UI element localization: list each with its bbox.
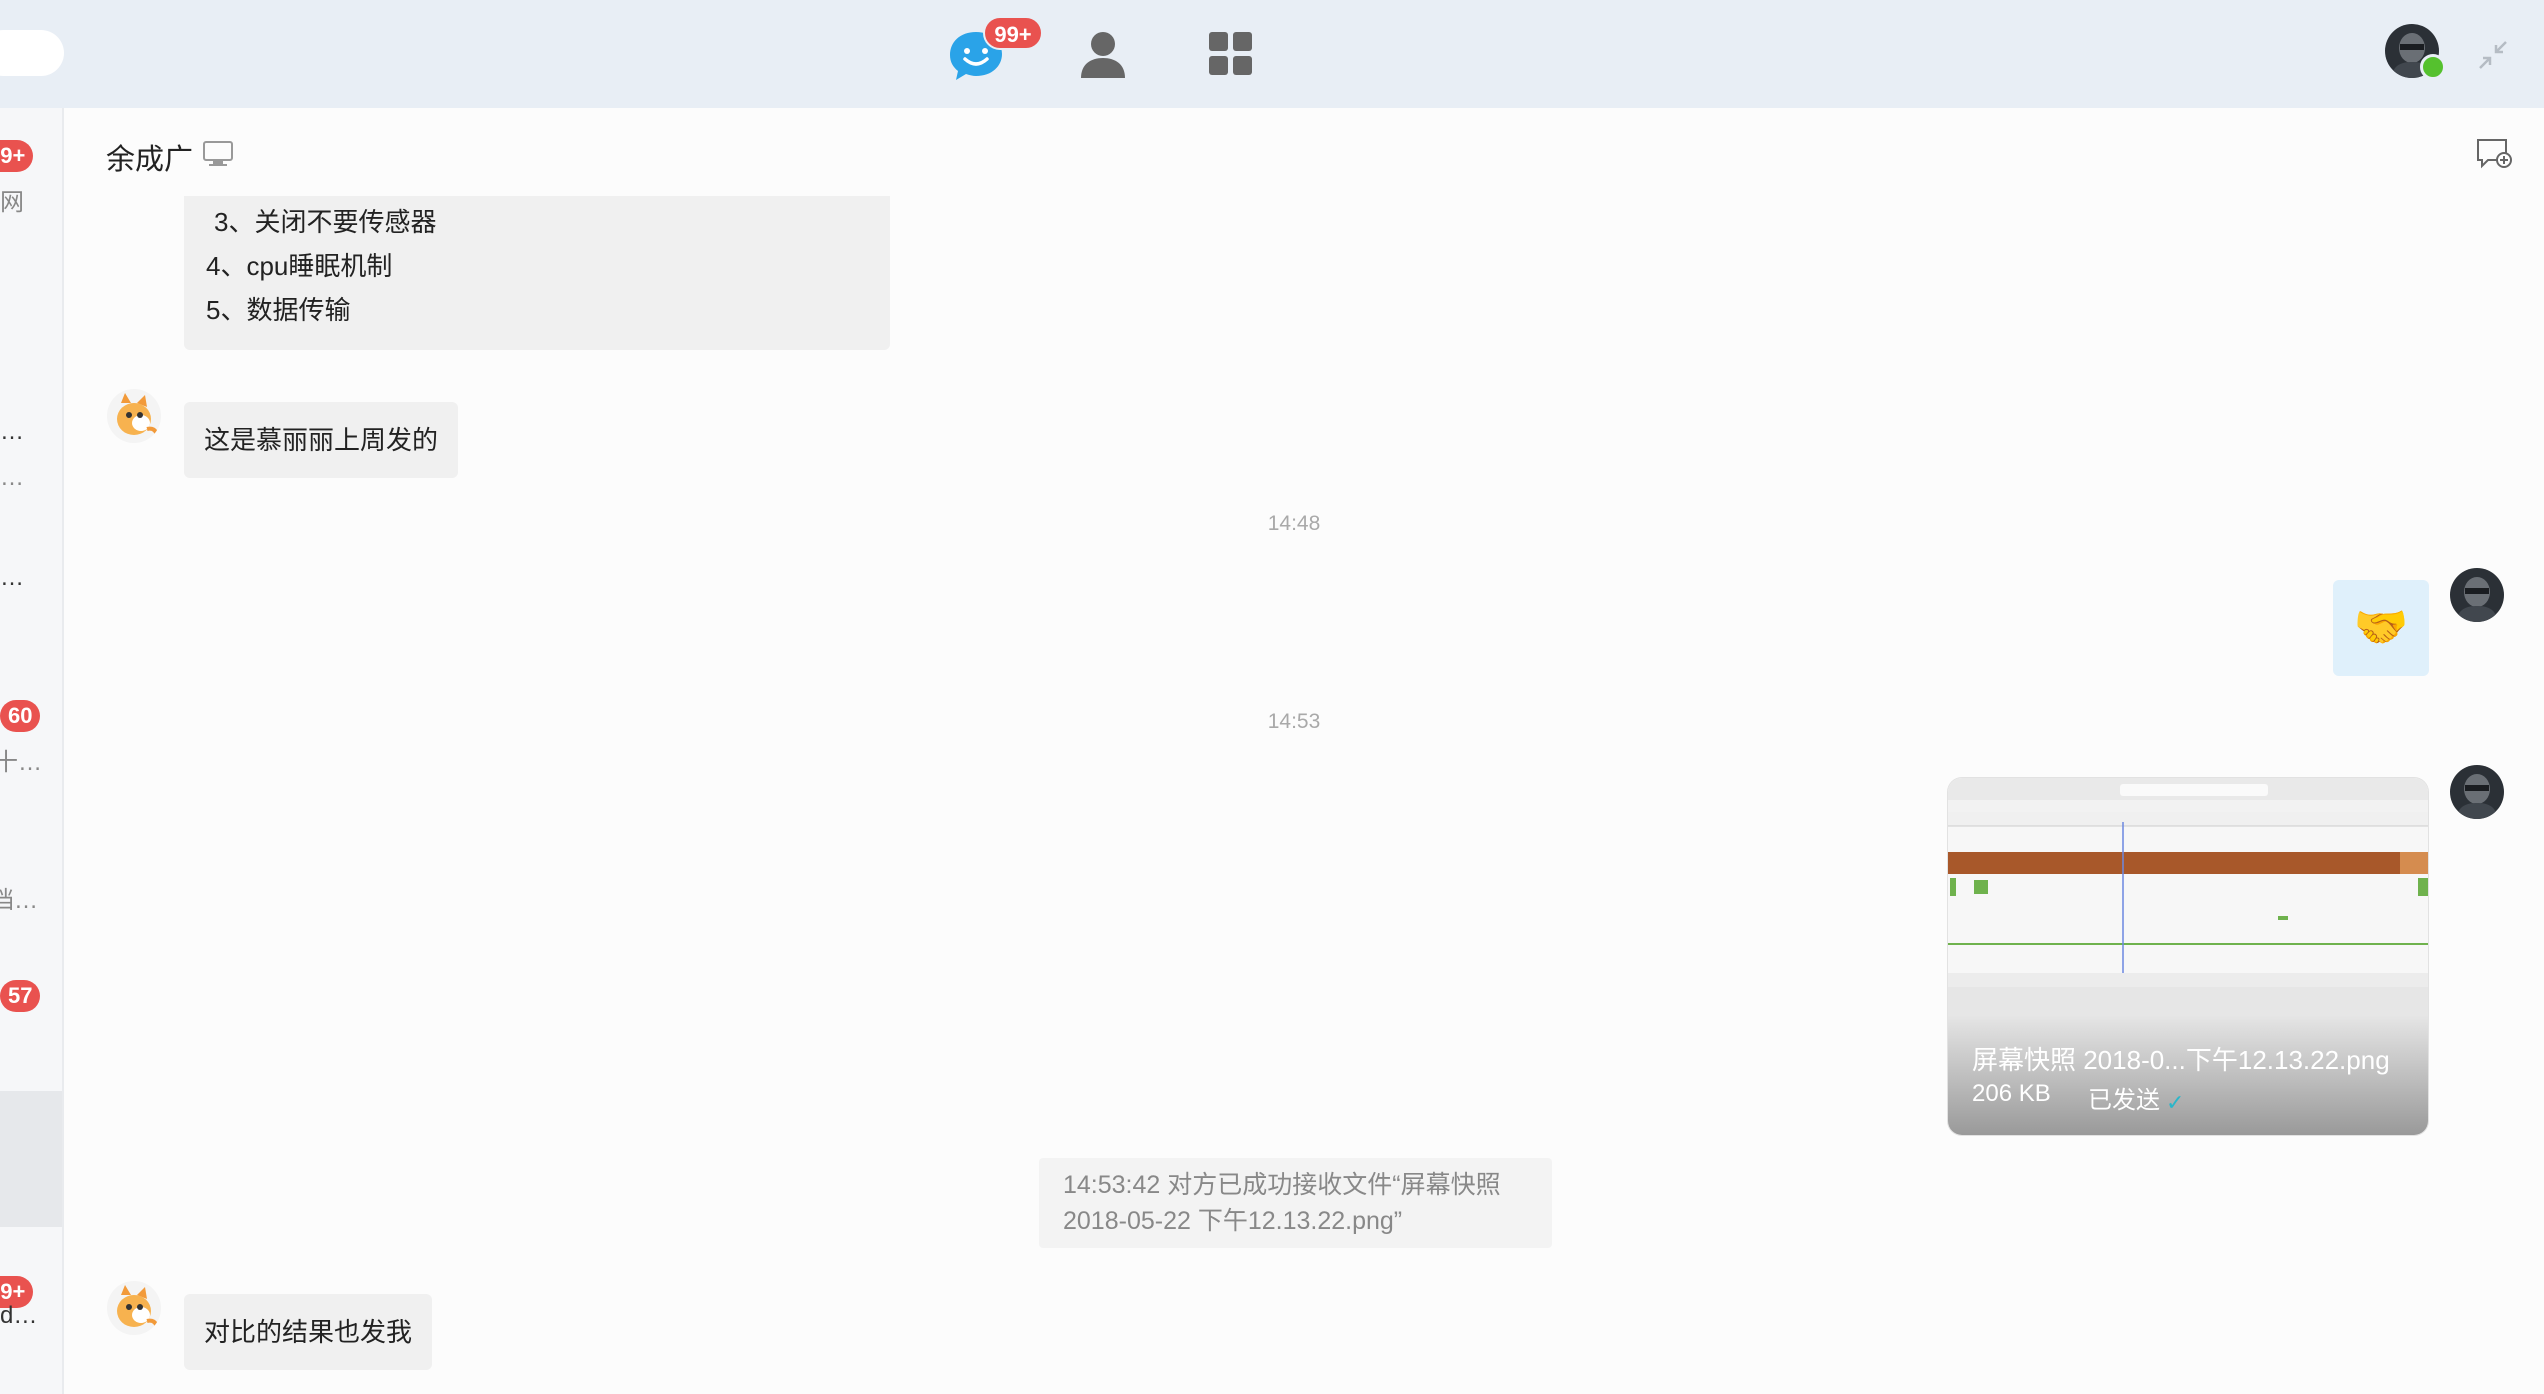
- unread-badge: 99+: [983, 16, 1043, 50]
- conversation-name: …: [0, 564, 24, 591]
- file-status: 已发送: [2088, 1087, 2160, 1114]
- conversation-snippet: d…: [0, 1302, 38, 1329]
- new-chat-window-icon[interactable]: [2476, 138, 2512, 170]
- my-avatar[interactable]: [2450, 568, 2504, 622]
- selected-conversation[interactable]: [0, 1091, 62, 1227]
- search-input[interactable]: [0, 30, 64, 76]
- timestamp: 14:48: [1267, 512, 1321, 535]
- message-line: 5、数据传输: [206, 295, 351, 325]
- my-avatar[interactable]: [2450, 765, 2504, 819]
- contact-avatar[interactable]: [107, 1281, 161, 1335]
- unread-badge: 99+: [0, 140, 34, 172]
- message-bubble[interactable]: 对比的结果也发我: [184, 1294, 433, 1370]
- online-status-dot: [2420, 54, 2446, 80]
- message-line: 4、cpu睡眠机制: [206, 251, 393, 281]
- check-icon: ✓: [2166, 1090, 2185, 1115]
- chat-title: 余成广: [106, 144, 194, 176]
- shrink-window-icon[interactable]: [2476, 38, 2510, 72]
- message-bubble[interactable]: 🤝: [2333, 580, 2429, 676]
- message-line: 3、关闭不要传感器: [214, 207, 437, 237]
- message-bubble[interactable]: 这是慕丽丽上周发的: [184, 402, 459, 478]
- computer-icon: [202, 140, 234, 168]
- message-text: 对比的结果也发我: [204, 1317, 413, 1347]
- conversation-snippet: 网: [0, 189, 24, 216]
- system-notification: 14:53:42 对方已成功接收文件“屏幕快照 2018-05-22 下午12.…: [1039, 1158, 1552, 1248]
- contacts-tab-icon[interactable]: [1073, 24, 1133, 84]
- conversation-snippet: …: [0, 464, 24, 491]
- handshake-emoji: 🤝: [2353, 603, 2409, 652]
- message-text: 这是慕丽丽上周发的: [204, 425, 439, 455]
- apps-tab-icon[interactable]: [1201, 24, 1261, 84]
- unread-badge: 60: [0, 700, 41, 732]
- message-bubble[interactable]: 3、关闭不要传感器 4、cpu睡眠机制 5、数据传输: [184, 196, 890, 350]
- file-size: 206 KB: [1972, 1080, 2051, 1107]
- conversation-list[interactable]: 99+ 网 … … … 60 十… 档… 57 99+ d…: [0, 108, 64, 1394]
- contact-avatar[interactable]: [107, 389, 161, 443]
- conversation-snippet: 档…: [0, 887, 38, 914]
- conversation-name: …: [0, 418, 24, 445]
- unread-badge: 57: [0, 980, 41, 1012]
- file-message-card[interactable]: 屏幕快照 2018-0...下午12.13.22.png 206 KB 已发送 …: [1948, 778, 2428, 1135]
- timestamp: 14:53: [1267, 710, 1321, 733]
- conversation-snippet: 十…: [0, 749, 42, 776]
- top-bar: 99+: [0, 0, 2544, 108]
- file-name: 屏幕快照 2018-0...下午12.13.22.png: [1972, 1045, 2390, 1075]
